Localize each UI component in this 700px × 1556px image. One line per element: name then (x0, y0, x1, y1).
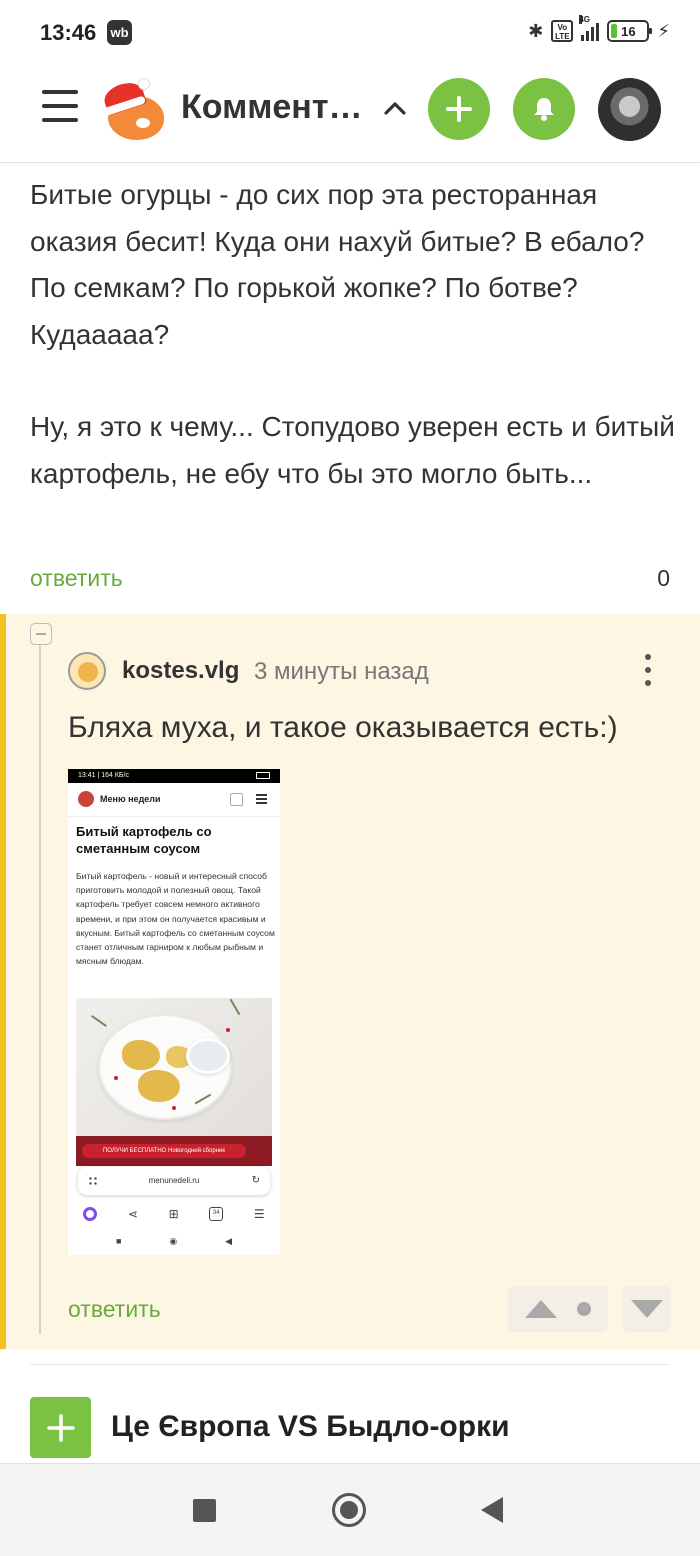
image-promo-banner: ПОЛУЧИ БЕСПЛАТНО Новогодний сборник (76, 1136, 272, 1166)
expand-post-button[interactable] (30, 1397, 91, 1458)
bell-icon (534, 98, 554, 121)
notifications-button[interactable] (513, 78, 575, 140)
image-body-text: Битый картофель - новый и интересный спо… (76, 871, 275, 967)
reply-link[interactable]: ответить (68, 1296, 161, 1323)
status-bar: 13:46 wb ✱ Vo LTE 4G 16 ⚡ (0, 0, 700, 66)
image-tabs-icon: 34 (209, 1207, 224, 1221)
image-home-icon: ◉ (169, 1235, 178, 1246)
system-nav-bar (0, 1463, 700, 1556)
image-url: menunedeli.ru (148, 1176, 200, 1185)
volte-icon: Vo LTE (551, 20, 574, 42)
image-battery-icon (256, 772, 270, 779)
vote-up-group (508, 1286, 608, 1332)
comment-username[interactable]: kostes.vlg (122, 657, 239, 685)
charging-icon: ⚡ (657, 20, 670, 41)
battery-icon: 16 (607, 20, 653, 42)
comment-new: kostes.vlg 3 минуты назад Бляха муха, и … (0, 614, 700, 1349)
image-copy-icon (230, 793, 243, 806)
status-icons: ✱ Vo LTE 4G 16 ⚡ (528, 15, 670, 42)
rating-dot-icon (577, 1302, 591, 1316)
comment-paragraph: Ну, я это к чему... Стопудово уверен ест… (30, 411, 675, 489)
image-site-logo (78, 791, 94, 807)
image-url-bar: menunedeli.ru ↻ (78, 1167, 270, 1195)
image-promo-text: ПОЛУЧИ БЕСПЛАТНО Новогодний сборник (82, 1144, 246, 1158)
image-heading: Битый картофель со сметанным соусом (76, 824, 212, 856)
image-apps-icon (88, 1176, 98, 1186)
comment-paragraph: Битые огурцы - до сих пор эта ресторанна… (30, 179, 645, 350)
network-type: 4G (579, 15, 591, 24)
page-title: Коммент… (181, 88, 363, 126)
battery-percent: 16 (621, 23, 636, 39)
image-alice-icon (83, 1207, 98, 1221)
image-square-icon: ■ (115, 1236, 122, 1246)
back-button[interactable] (481, 1497, 503, 1523)
bluetooth-icon: ✱ (528, 20, 544, 41)
next-post-title[interactable]: Це Європа VS Быдло-орки (111, 1410, 510, 1444)
recents-button[interactable] (193, 1499, 216, 1522)
image-menu-icon (256, 794, 267, 806)
signal-icon: 4G (579, 15, 600, 41)
commenter-avatar[interactable] (68, 652, 106, 690)
home-button[interactable] (332, 1493, 366, 1527)
image-newtab-icon: ⊞ (168, 1207, 179, 1221)
comment-text: Бляха муха, и такое оказывается есть:) (68, 711, 618, 744)
comment-timestamp[interactable]: 3 минуты назад (254, 658, 429, 686)
vote-down-group (623, 1286, 671, 1332)
menu-icon[interactable] (42, 90, 78, 126)
add-post-button[interactable] (428, 78, 490, 140)
image-browser-toolbar: ⋖ ⊞ 34 ☰ (68, 1203, 280, 1225)
user-avatar[interactable] (598, 78, 661, 141)
app-header: Коммент… (0, 66, 700, 163)
downvote-icon[interactable] (631, 1300, 663, 1318)
image-site-title: Меню недели (100, 794, 161, 804)
image-menu2-icon: ☰ (253, 1207, 265, 1221)
image-status-bar: 13:41 | 164 КБ/с (68, 769, 280, 783)
pikabu-logo[interactable] (100, 78, 166, 144)
comment-text: Битые огурцы - до сих пор эта ресторанна… (30, 172, 680, 497)
wb-app-icon: wb (107, 20, 132, 45)
image-nav-bar: ■ ◉ ◀ (68, 1231, 280, 1251)
image-reload-icon: ↻ (251, 1175, 260, 1186)
divider (30, 1364, 670, 1365)
more-options-icon[interactable] (642, 654, 654, 690)
comment-image[interactable]: 13:41 | 164 КБ/с Меню недели Битый карто… (68, 769, 280, 1255)
thread-line[interactable] (39, 644, 41, 1334)
upvote-icon[interactable] (525, 1300, 557, 1318)
reply-link[interactable]: ответить (30, 565, 123, 592)
comment-rating: 0 (657, 565, 670, 591)
image-site-header: Меню недели (68, 783, 280, 817)
image-food-photo (76, 998, 272, 1136)
image-status-text: 13:41 | 164 КБ/с (78, 772, 129, 779)
chevron-up-icon[interactable] (383, 96, 407, 120)
plus-icon (446, 96, 472, 122)
image-back-icon: ◀ (225, 1235, 233, 1246)
collapse-thread-icon[interactable] (30, 623, 52, 645)
image-share-icon: ⋖ (127, 1207, 138, 1221)
new-comment-indicator (0, 614, 6, 1349)
plus-icon (46, 1413, 75, 1442)
status-time: 13:46 (40, 20, 97, 45)
